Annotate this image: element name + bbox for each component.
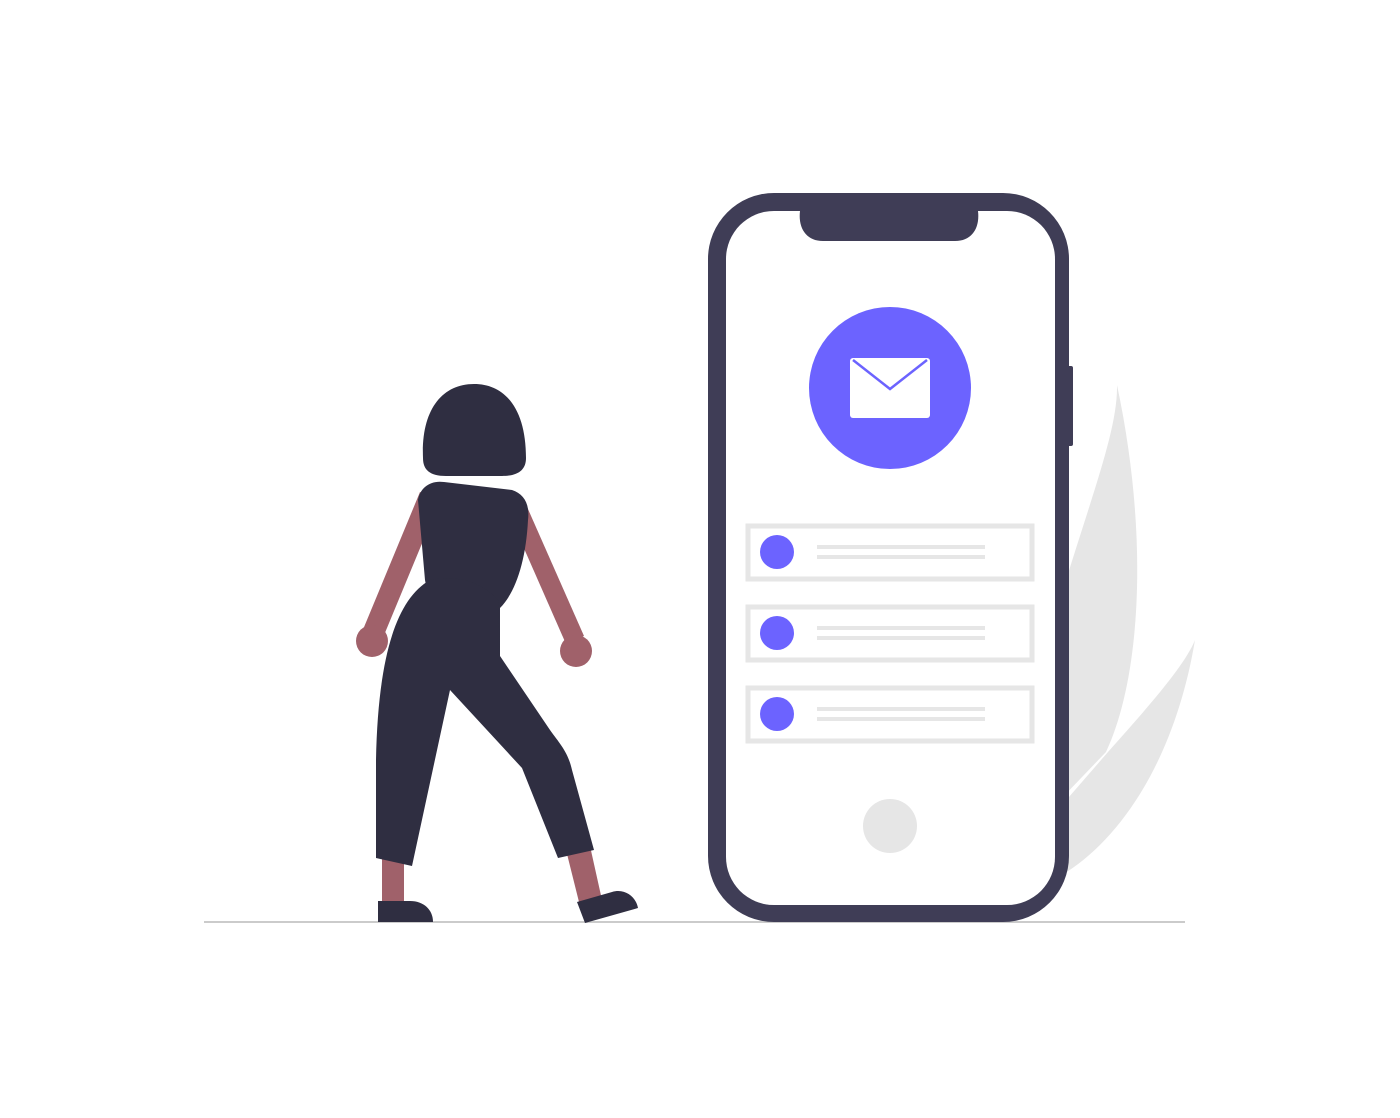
- notification-line: [817, 717, 985, 721]
- plant-leaves: [1060, 385, 1195, 875]
- notification-item-2[interactable]: [745, 604, 1035, 663]
- person-hair: [422, 384, 526, 476]
- notification-list: [745, 523, 1035, 744]
- person-left-shoe: [378, 901, 433, 922]
- notification-line: [817, 626, 985, 630]
- notification-line: [817, 555, 985, 559]
- notification-line: [817, 636, 985, 640]
- home-button-icon[interactable]: [863, 799, 917, 853]
- notification-line: [817, 545, 985, 549]
- notification-dot: [760, 535, 794, 569]
- notification-dot: [760, 697, 794, 731]
- illustration-canvas: [204, 193, 1195, 923]
- envelope-icon: [850, 358, 930, 418]
- phone-notch: [799, 211, 979, 241]
- notification-line: [817, 707, 985, 711]
- person-right-hand: [560, 635, 592, 667]
- smartphone: [708, 193, 1073, 922]
- person-left-hand: [356, 625, 388, 657]
- person-figure: [356, 384, 638, 923]
- mail-button[interactable]: [809, 307, 971, 469]
- notification-item-1[interactable]: [745, 523, 1035, 582]
- notification-item-3[interactable]: [745, 685, 1035, 744]
- notification-dot: [760, 616, 794, 650]
